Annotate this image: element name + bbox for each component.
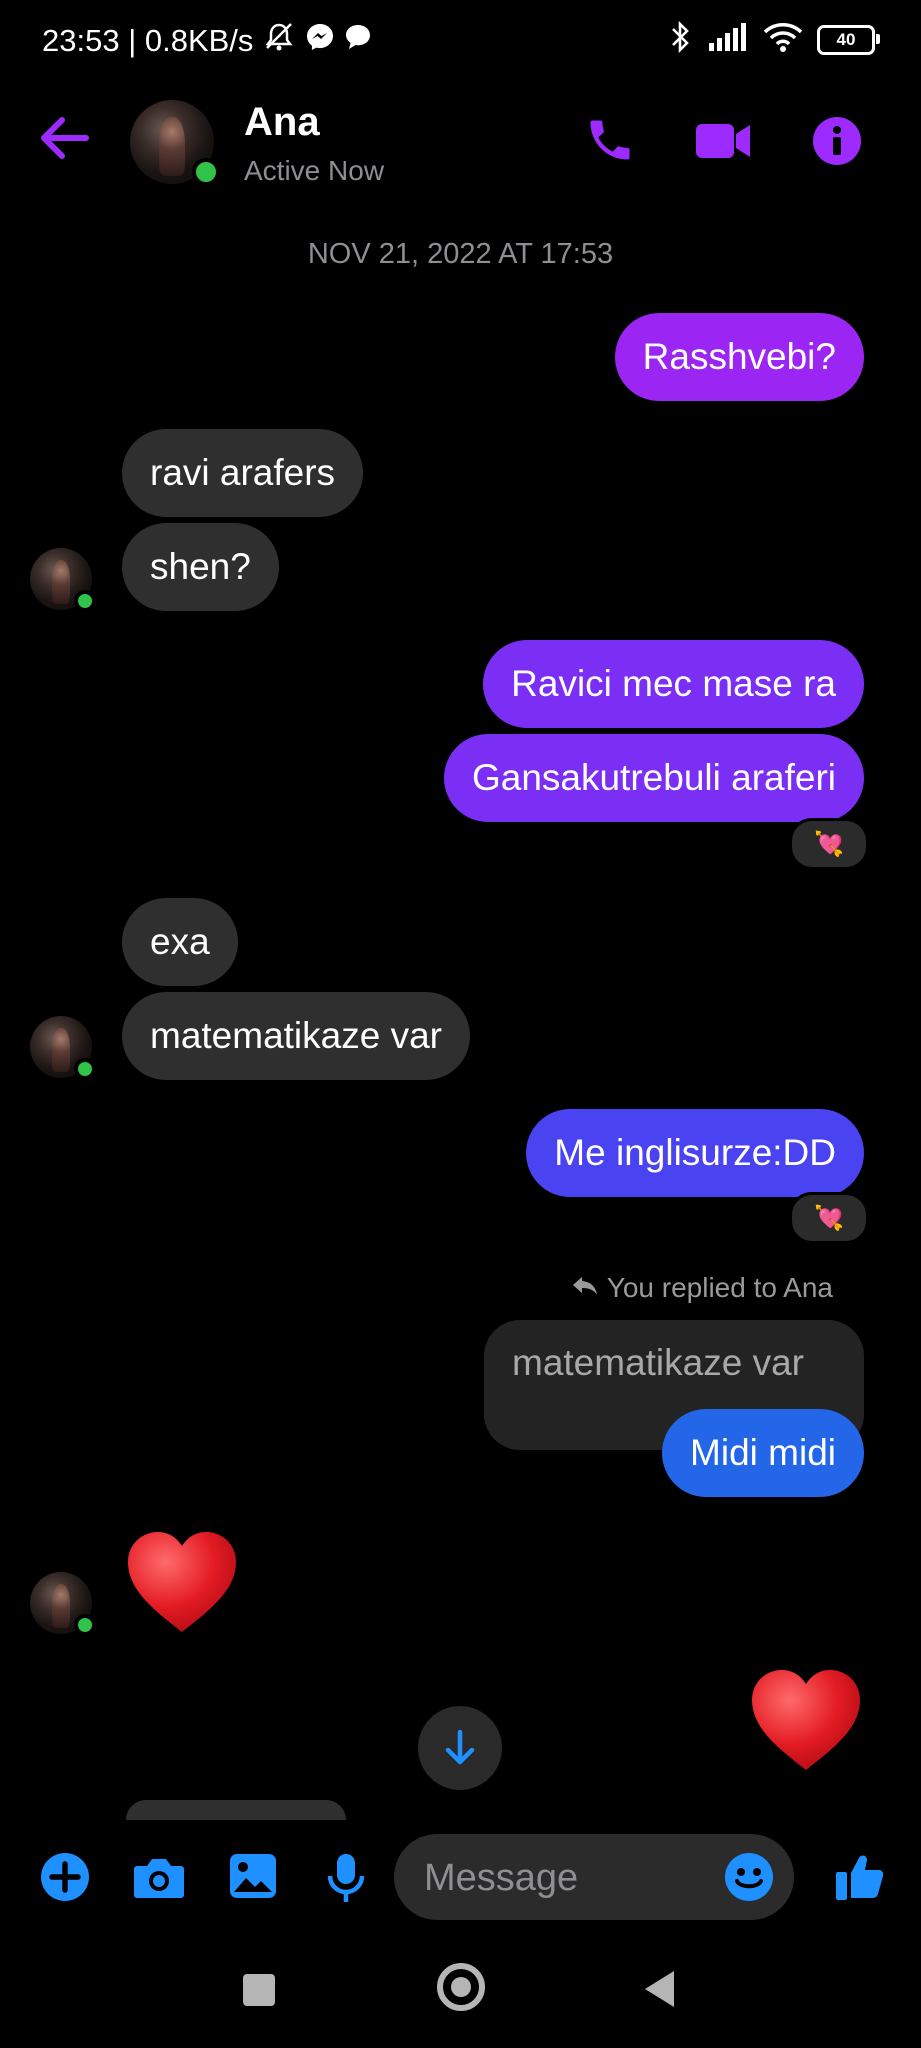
- sender-avatar[interactable]: [30, 1016, 96, 1080]
- emoji-button[interactable]: [724, 1852, 774, 1907]
- heart-emoji-incoming[interactable]: [124, 1528, 240, 1652]
- voice-call-button[interactable]: [584, 114, 636, 171]
- active-status: Active Now: [244, 155, 385, 186]
- sender-avatar[interactable]: [30, 548, 96, 612]
- message-outgoing[interactable]: Rasshvebi?: [614, 313, 864, 401]
- message-incoming[interactable]: exa: [122, 898, 238, 986]
- wifi-icon: [763, 22, 803, 57]
- message-incoming[interactable]: ravi arafers: [122, 429, 364, 517]
- message-input[interactable]: [422, 1834, 706, 1922]
- heart-emoji-outgoing[interactable]: [748, 1666, 864, 1790]
- info-button[interactable]: [812, 116, 862, 171]
- message-outgoing[interactable]: Midi midi: [662, 1409, 864, 1497]
- camera-button[interactable]: [132, 1854, 186, 1905]
- messenger-icon: [305, 22, 335, 60]
- status-right: 40: [667, 20, 880, 59]
- message-composer[interactable]: [394, 1834, 794, 1922]
- battery-indicator: 40: [817, 24, 880, 55]
- reaction-badge[interactable]: 💘: [789, 1192, 869, 1244]
- conversation-timestamp: NOV 21, 2022 AT 17:53: [307, 238, 614, 270]
- back-nav-button[interactable]: [642, 1968, 676, 2015]
- sender-avatar[interactable]: [30, 1572, 96, 1636]
- partial-message-incoming: [126, 1800, 346, 1820]
- bluetooth-icon: [667, 20, 693, 59]
- status-bar: 23:53 | 0.8KB/s: [42, 22, 373, 60]
- contact-name[interactable]: Ana: [244, 100, 320, 145]
- reply-arrow-icon: [571, 1272, 599, 1304]
- message-incoming[interactable]: shen?: [122, 523, 279, 611]
- signal-icon: [707, 23, 749, 56]
- back-button[interactable]: [38, 116, 90, 165]
- home-button[interactable]: [437, 1963, 485, 2011]
- video-call-button[interactable]: [694, 120, 752, 167]
- arrow-down-icon: [445, 1729, 475, 1765]
- mute-icon: [261, 22, 297, 60]
- reply-label: You replied to Ana: [571, 1272, 833, 1304]
- gallery-button[interactable]: [228, 1852, 278, 1905]
- chat-icon: [343, 23, 373, 59]
- online-indicator: [192, 158, 220, 186]
- add-button[interactable]: [40, 1852, 90, 1907]
- message-outgoing[interactable]: Me inglisurze:DD: [526, 1109, 864, 1197]
- like-button[interactable]: [834, 1850, 886, 1907]
- status-time: 23:53 | 0.8KB/s: [42, 23, 254, 58]
- recent-apps-button[interactable]: [243, 1974, 275, 2006]
- message-incoming[interactable]: matematikaze var: [122, 992, 470, 1080]
- voice-message-button[interactable]: [326, 1852, 366, 1909]
- contact-avatar[interactable]: [130, 100, 220, 186]
- message-outgoing[interactable]: Ravici mec mase ra: [483, 640, 864, 728]
- reaction-badge[interactable]: 💘: [789, 818, 869, 870]
- message-outgoing[interactable]: Gansakutrebuli araferi: [443, 734, 864, 822]
- scroll-to-bottom-button[interactable]: [418, 1706, 502, 1790]
